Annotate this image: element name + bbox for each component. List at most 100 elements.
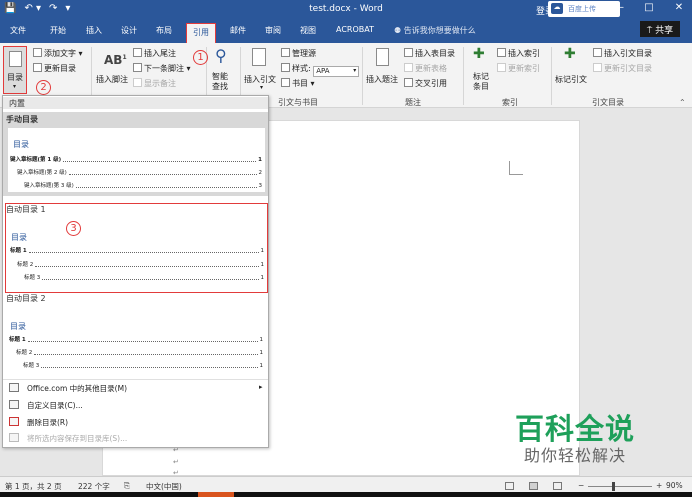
proofing-icon[interactable]: ⎘ [124,481,130,491]
maximize-icon[interactable]: □ [642,2,656,13]
toc-preview-heading: 目录 [11,233,27,242]
style-label: 样式: [292,64,311,73]
group-separator [551,47,552,105]
tab-acrobat[interactable]: ACROBAT [336,25,374,34]
style-icon [281,63,290,72]
margin-corner-mark [509,161,523,175]
insert-table-of-figures-label: 插入表目录 [415,49,455,58]
menu-item-custom-toc[interactable]: 自定义目录(C)... [3,397,268,413]
bibliography-icon [281,78,290,87]
menu-item-remove-toc[interactable]: 删除目录(R) [3,414,268,430]
tab-layout[interactable]: 布局 [156,25,172,36]
mark-entry-icon: ✚ [473,46,485,62]
cross-reference-button[interactable]: 交叉引用 [404,78,447,89]
update-index-label: 更新索引 [508,64,540,73]
insert-caption-button[interactable]: 插入题注 [366,74,398,85]
menu-item-save-to-gallery[interactable]: 将所选内容保存到目录库(S)... [3,430,268,446]
menu-item-label: 删除目录(R) [27,418,69,427]
save-to-gallery-icon [9,433,19,442]
show-notes-label: 显示备注 [144,79,176,88]
toc-preview-line: 标题 1 1 [9,335,263,343]
insert-index-button[interactable]: 插入索引 [497,48,540,59]
zoom-slider[interactable] [588,486,652,487]
toc-line-text: 键入章标题(第 1 级) [10,157,62,163]
ribbon-tabs: 文件 开始 插入 设计 布局 引用 邮件 审阅 视图 ACROBAT ⚉ 告诉我… [0,1,692,43]
tab-review[interactable]: 审阅 [265,25,281,36]
manage-sources-button[interactable]: 管理源 [281,48,316,59]
page-count[interactable]: 第 1 页，共 2 页 [5,481,62,492]
taskbar [0,492,692,497]
insert-citation-dropdown-icon[interactable]: ▾ [260,84,263,91]
update-toc-button[interactable]: 更新目录 [33,63,76,74]
tab-references[interactable]: 引用 [186,23,216,43]
office-com-icon [9,383,19,392]
bibliography-button[interactable]: 书目 ▾ [281,78,315,89]
zoom-out-button[interactable]: − [578,481,584,490]
smart-lookup-button[interactable]: 智能 查找 [212,72,228,92]
menu-item-label: 将所选内容保存到目录库(S)... [27,434,128,443]
read-mode-icon[interactable] [505,482,514,490]
tab-file[interactable]: 文件 [10,25,26,36]
insert-footnote-button[interactable]: 插入脚注 [96,74,128,85]
language-status[interactable]: 中文(中国) [146,481,182,492]
update-toc-label: 更新目录 [44,64,76,73]
tab-mailings[interactable]: 邮件 [230,25,246,36]
toc-option-manual-title: 手动目录 [6,115,38,124]
close-icon[interactable]: ✕ [672,2,686,13]
toc-preview-line: 标题 3 1 [23,361,263,369]
toc-button[interactable]: 目录 ▾ [3,46,27,94]
toc-preview-line: 键入章标题(第 3 级) 3 [24,181,262,189]
insert-caption-icon [376,48,389,66]
toc-line-page: 2 [258,170,263,176]
toc-line-text: 标题 2 [16,350,33,356]
toc-line-text: 标题 3 [24,275,41,281]
insert-toa-button[interactable]: 插入引文目录 [593,48,652,59]
baidu-upload-button[interactable]: ☁ 百度上传 [548,1,620,17]
style-value: APA [316,67,330,75]
next-footnote-button[interactable]: 下一条脚注 ▾ [133,63,191,74]
tab-home[interactable]: 开始 [50,25,66,36]
taskbar-active-app [198,492,234,497]
insert-table-of-figures-button[interactable]: 插入表目录 [404,48,455,59]
collapse-ribbon-icon[interactable]: ⌃ [679,98,686,107]
toc-option-manual[interactable]: 手动目录 目录 键入章标题(第 1 级) 1 键入章标题(第 2 级) 2 键入章标… [3,112,268,196]
next-footnote-icon [133,63,142,72]
toc-option-auto1[interactable]: 3 目录 标题 1 1 标题 2 1 标题 3 1 [5,203,268,293]
share-button[interactable]: ⍑ 共享 [640,21,680,37]
footnote-icon: AB1 [104,53,127,67]
zoom-slider-thumb[interactable] [612,482,615,491]
print-layout-icon[interactable] [529,482,538,490]
submenu-arrow-icon: ▸ [259,383,263,391]
smart-lookup-icon: ⚲ [215,46,227,65]
tell-me-search[interactable]: ⚉ 告诉我你想要做什么 [394,25,476,36]
add-text-button[interactable]: 添加文字 ▾ [33,48,83,59]
insert-endnote-button[interactable]: 插入尾注 [133,48,176,59]
toc-preview-line: 标题 2 1 [17,260,264,268]
web-layout-icon[interactable] [553,482,562,490]
update-table-label: 更新表格 [415,64,447,73]
show-notes-button[interactable]: 显示备注 [133,78,176,89]
insert-citation-icon [252,48,266,66]
update-index-button[interactable]: 更新索引 [497,63,540,74]
tab-design[interactable]: 设计 [121,25,137,36]
mark-entry-button[interactable]: 标记 条目 [473,72,489,92]
tab-insert[interactable]: 插入 [86,25,102,36]
style-dropdown[interactable]: APA ▾ [313,66,360,77]
update-table-button[interactable]: 更新表格 [404,63,447,74]
menu-item-office-com-toc[interactable]: Office.com 中的其他目录(M) ▸ [3,380,268,396]
tab-view[interactable]: 视图 [300,25,316,36]
update-toa-button[interactable]: 更新引文目录 [593,63,652,74]
watermark-subtitle: 助你轻松解决 [524,446,627,465]
cross-reference-label: 交叉引用 [415,79,447,88]
remove-toc-icon [9,417,19,426]
zoom-level[interactable]: 90% [666,481,683,490]
update-toa-icon [593,63,602,72]
zoom-in-button[interactable]: + [656,481,662,490]
toc-line-text: 标题 3 [23,363,40,369]
insert-toa-icon [593,48,602,57]
mark-citation-button[interactable]: 标记引文 [555,74,587,85]
word-count[interactable]: 222 个字 [78,481,110,492]
baidu-upload-label: 百度上传 [568,5,596,13]
menu-item-label: 自定义目录(C)... [27,401,83,410]
mark-citation-icon: ✚ [564,46,576,62]
